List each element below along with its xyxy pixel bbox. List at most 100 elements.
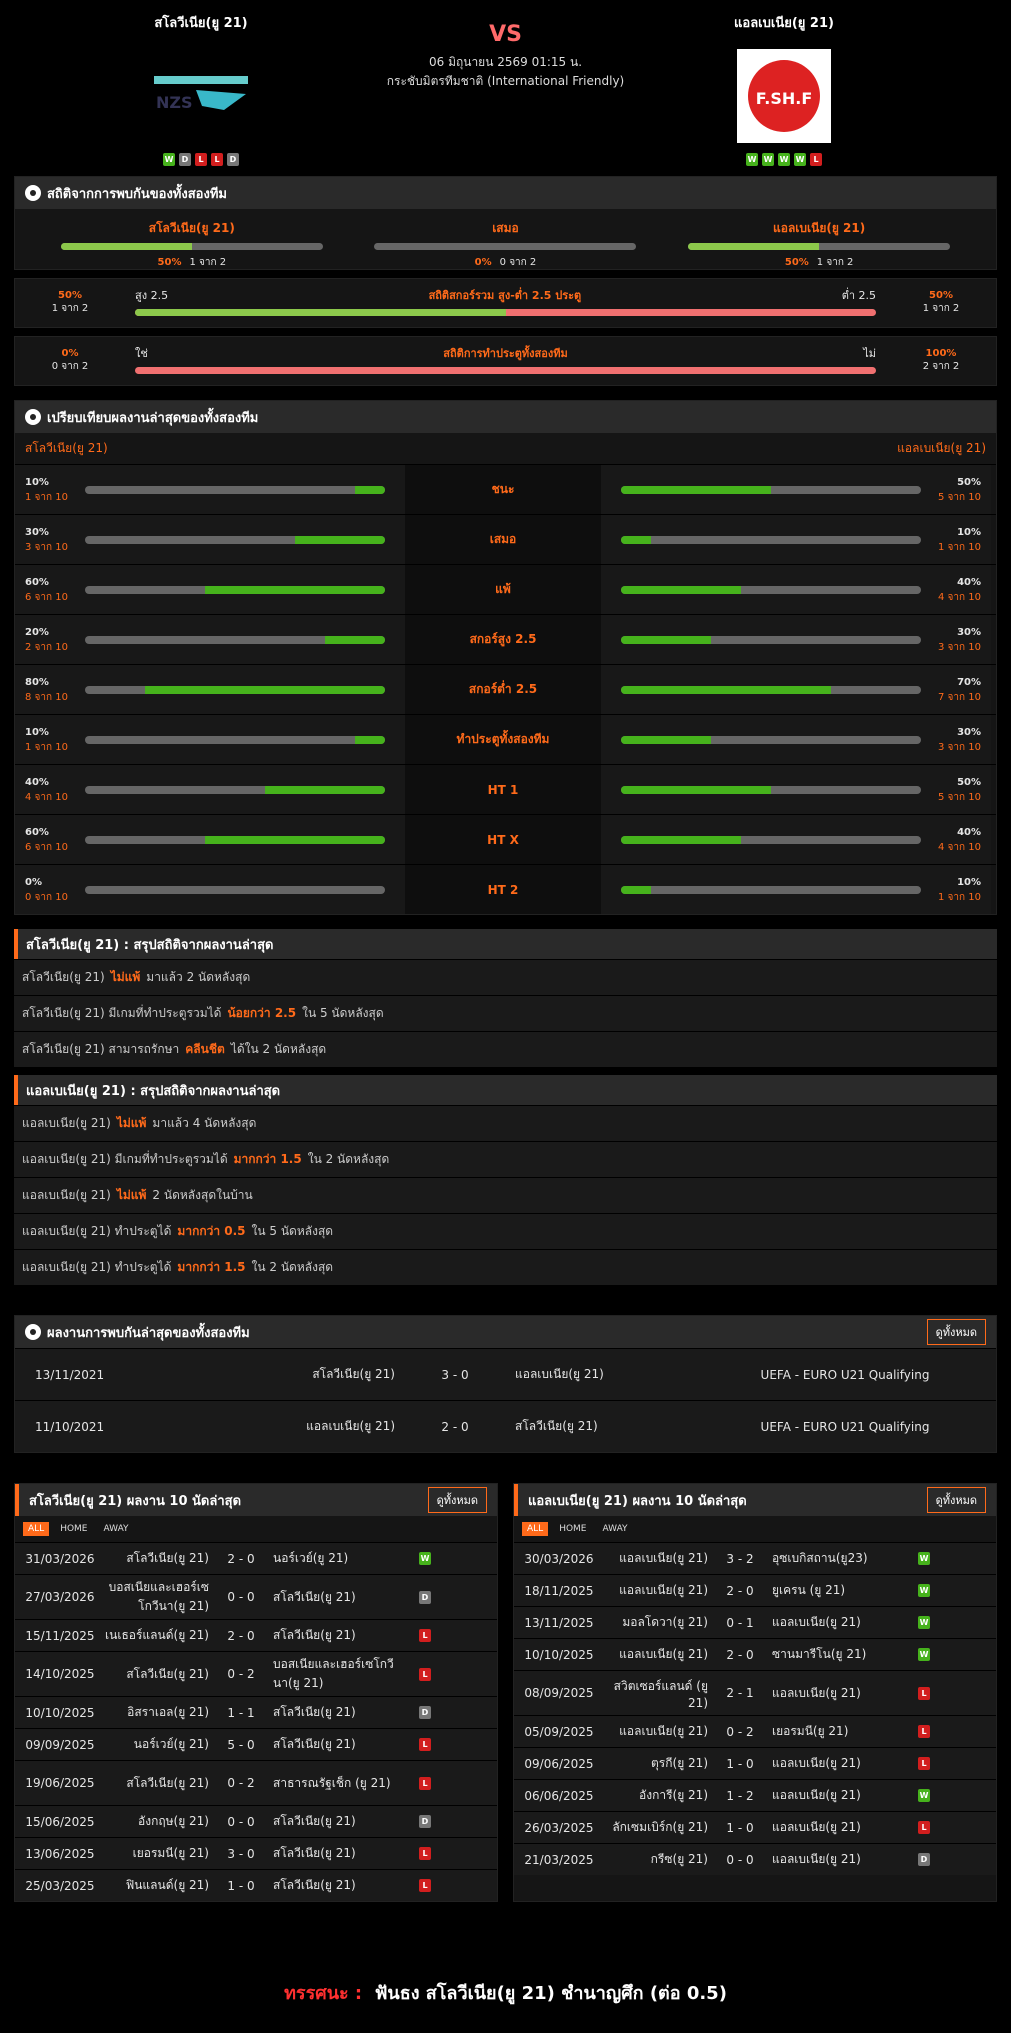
view-all-button[interactable]: ดูทั้งหมด	[427, 1487, 487, 1513]
btts-right-sub: 2 จาก 2	[922, 361, 960, 372]
home-form: WDLLD	[101, 153, 301, 166]
compare-home-bar	[85, 585, 385, 594]
match-row[interactable]: 09/06/2025 ตุรกี(ยู 21) 1 - 0 แอลเบเนีย(ยู …	[514, 1747, 996, 1779]
match-row[interactable]: 19/06/2025 สโลวีเนีย(ยู 21) 0 - 2 สาธารณรัฐ…	[15, 1760, 497, 1805]
result-cell: D	[411, 1590, 439, 1604]
result-cell: L	[411, 1738, 439, 1751]
h2h-col-pct: 50%	[157, 257, 182, 268]
match-row[interactable]: 30/03/2026 แอลเบเนีย(ยู 21) 3 - 2 อุซเบกิสถ…	[514, 1542, 996, 1574]
match-row[interactable]: 15/06/2025 อังกฤษ(ยู 21) 0 - 0 สโลวีเนีย(ยู…	[15, 1805, 497, 1837]
summary-line: แอลเบเนีย(ยู 21) ทำประตูได้ มากกว่า 0.5 ใน…	[14, 1213, 997, 1249]
result-cell: W	[910, 1789, 938, 1802]
compare-away: 10% 1 จาก 10	[601, 515, 991, 564]
h2h-row[interactable]: 11/10/2021 แอลเบเนีย(ยู 21) 2 - 0 สโลวีเนีย…	[15, 1400, 996, 1452]
compare-away-bar-fill	[621, 785, 771, 794]
result-badge: L	[419, 1776, 431, 1790]
match-row[interactable]: 10/10/2025 อิสราเอล(ยู 21) 1 - 1 สโลวีเนีย(…	[15, 1696, 497, 1728]
h2h-comp: UEFA - EURO U21 Qualifying	[760, 1367, 930, 1382]
soccer-ball-icon	[25, 185, 41, 201]
compare-home-pct: 60% 6 จาก 10	[25, 825, 75, 855]
tab-home[interactable]: HOME	[55, 1522, 92, 1536]
match-row[interactable]: 09/09/2025 นอร์เวย์(ยู 21) 5 - 0 สโลวีเนีย(…	[15, 1728, 497, 1760]
match-h: สโลวีเนีย(ยู 21)	[126, 1666, 209, 1681]
compare-label: ทำประตูทั้งสองทีม	[405, 715, 601, 764]
match-s: 2 - 1	[726, 1686, 754, 1700]
match-row[interactable]: 15/11/2025 เนเธอร์แลนด์(ยู 21) 2 - 0 สโลวีเ…	[15, 1619, 497, 1651]
h2h-col-bar-fill	[60, 243, 192, 250]
compare-row: 0% 0 จาก 10 HT 2 10% 1 จาก 10	[15, 864, 996, 914]
match-s: 1 - 2	[726, 1788, 754, 1803]
tab-home[interactable]: HOME	[554, 1522, 591, 1536]
h2h-score: 2 - 0	[441, 1419, 469, 1434]
view-all-button[interactable]: ดูทั้งหมด	[926, 1487, 986, 1513]
form-badge: L	[211, 153, 223, 166]
summary-text: มาแล้ว 4 นัดหลังสุด	[152, 1116, 257, 1130]
result-badge: L	[419, 1847, 431, 1860]
compare-away-bar	[621, 685, 921, 694]
result-cell: L	[910, 1725, 938, 1738]
match-a: สโลวีเนีย(ยู 21)	[273, 1846, 356, 1860]
h2h-col-bar	[60, 243, 323, 250]
summary-text: แอลเบเนีย(ยู 21) ทำประตูได้	[22, 1224, 172, 1238]
match-row[interactable]: 06/06/2025 อังการี(ยู 21) 1 - 2 แอลเบเนีย(ย…	[514, 1779, 996, 1811]
form-badge: L	[810, 153, 822, 166]
compare-home-bar-fill	[145, 685, 385, 694]
match-row[interactable]: 31/03/2026 สโลวีเนีย(ยู 21) 2 - 0 นอร์เวย์(…	[15, 1542, 497, 1574]
match-row[interactable]: 26/03/2025 ลักเซมเบิร์ก(ยู 21) 1 - 0 แอลเบเ…	[514, 1811, 996, 1843]
pct-count: 1 จาก 10	[938, 891, 981, 903]
match-a: นอร์เวย์(ยู 21)	[273, 1551, 349, 1565]
match-row[interactable]: 18/11/2025 แอลเบเนีย(ยู 21) 2 - 0 ยูเครน (ย…	[514, 1574, 996, 1606]
tab-all[interactable]: ALL	[23, 1522, 50, 1536]
summary-text: สโลวีเนีย(ยู 21) มีเกมที่ทำประตูรวมได้	[22, 1006, 222, 1020]
match-row[interactable]: 25/03/2025 ฟินแลนด์(ยู 21) 1 - 0 สโลวีเนีย(…	[15, 1869, 497, 1901]
match-row[interactable]: 05/09/2025 แอลเบเนีย(ยู 21) 0 - 2 เยอรมนี(ย…	[514, 1715, 996, 1747]
match-row[interactable]: 21/03/2025 กรีซ(ยู 21) 0 - 0 แอลเบเนีย(ยู 2…	[514, 1843, 996, 1875]
pct-value: 10%	[25, 476, 49, 488]
compare-away-pct: 40% 4 จาก 10	[931, 825, 981, 855]
compare-home: 30% 3 จาก 10	[15, 515, 405, 564]
match-row[interactable]: 14/10/2025 สโลวีเนีย(ยู 21) 0 - 2 บอสเนียแล…	[15, 1651, 497, 1696]
compare-away-bar	[621, 835, 921, 844]
soccer-ball-icon	[25, 1324, 41, 1340]
result-badge: W	[918, 1584, 930, 1597]
match-d: 05/09/2025	[524, 1724, 594, 1739]
match-row[interactable]: 13/11/2025 มอลโดวา(ยู 21) 0 - 1 แอลเบเนีย(ย…	[514, 1606, 996, 1638]
h2h-comp: UEFA - EURO U21 Qualifying	[760, 1419, 930, 1434]
compare-label: เสมอ	[405, 515, 601, 564]
compare-home-team: สโลวีเนีย(ยู 21)	[25, 441, 108, 455]
match-h: กรีซ(ยู 21)	[650, 1852, 708, 1866]
pct-value: 40%	[957, 826, 981, 838]
match-s: 0 - 2	[726, 1724, 754, 1739]
summary-text: แอลเบเนีย(ยู 21) ทำประตูได้	[22, 1260, 172, 1274]
view-all-button[interactable]: ดูทั้งหมด	[926, 1319, 986, 1345]
match-row[interactable]: 10/10/2025 แอลเบเนีย(ยู 21) 2 - 0 ซานมารีโน…	[514, 1638, 996, 1670]
pct-value: 30%	[25, 526, 49, 538]
result-cell: D	[411, 1706, 439, 1719]
last10-away: แอลเบเนีย(ยู 21) ผลงาน 10 นัดล่าสุด ดูทั้…	[513, 1483, 997, 1902]
compare-home-pct: 0% 0 จาก 10	[25, 875, 75, 905]
filter-tabs: ALL HOME AWAY	[15, 1516, 497, 1542]
away-team[interactable]: แอลเบเนีย(ยู 21) F.SH.F WWWWL	[684, 12, 884, 166]
pct-count: 6 จาก 10	[25, 841, 68, 853]
summary-text: แอลเบเนีย(ยู 21) มีเกมที่ทำประตูรวมได้	[22, 1152, 228, 1166]
match-h: ฟินแลนด์(ยู 21)	[125, 1878, 209, 1892]
btts-stat: 0% 0 จาก 2 ใช่ สถิติการทำประตูทั้งสองทีม ไม…	[14, 336, 997, 386]
tab-away[interactable]: AWAY	[99, 1522, 134, 1536]
tab-away[interactable]: AWAY	[598, 1522, 633, 1536]
match-d: 31/03/2026	[25, 1551, 95, 1566]
match-a: แอลเบเนีย(ยู 21)	[772, 1820, 861, 1834]
match-s: 1 - 0	[726, 1820, 754, 1835]
h2h-row[interactable]: 13/11/2021 สโลวีเนีย(ยู 21) 3 - 0 แอลเบเนีย…	[15, 1348, 996, 1400]
match-row[interactable]: 08/09/2025 สวิตเซอร์แลนด์ (ยู 21) 2 - 1 แอล…	[514, 1670, 996, 1715]
tab-all[interactable]: ALL	[522, 1522, 549, 1536]
h2h-col-bar-fill	[688, 243, 820, 250]
match-a: แอลเบเนีย(ยู 21)	[772, 1685, 861, 1700]
match-row[interactable]: 13/06/2025 เยอรมนี(ยู 21) 3 - 0 สโลวีเนีย(ย…	[15, 1837, 497, 1869]
summary-highlight: มากกว่า 1.5	[233, 1152, 302, 1166]
match-d: 27/03/2026	[25, 1590, 95, 1604]
compare-away-pct: 30% 3 จาก 10	[931, 625, 981, 655]
compare-home-bar	[85, 735, 385, 744]
match-h: แอลเบเนีย(ยู 21)	[619, 1724, 708, 1738]
pct-value: 30%	[957, 626, 981, 638]
match-row[interactable]: 27/03/2026 บอสเนียและเฮอร์เซโกวีนา(ยู 21)…	[15, 1574, 497, 1619]
